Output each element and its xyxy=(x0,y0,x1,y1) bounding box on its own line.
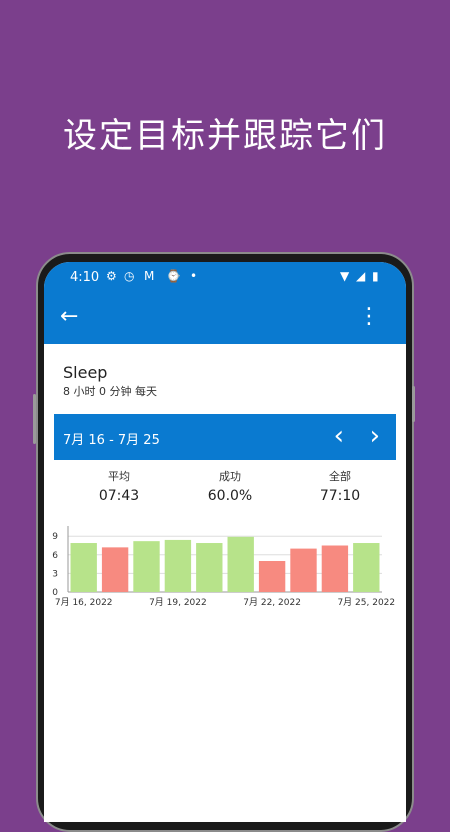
battery-icon: ▮ xyxy=(372,269,379,283)
chart-ytick-label: 0 xyxy=(52,588,58,598)
chart-xtick-label: 7月 22, 2022 xyxy=(243,597,301,608)
chart-bar xyxy=(290,548,317,592)
chart-bar xyxy=(196,543,223,592)
stat-average: 平均 07:43 xyxy=(69,468,169,504)
date-range-bar: 7月 16 - 7月 25 ‹ › xyxy=(54,414,396,460)
back-arrow-icon[interactable]: ← xyxy=(60,304,78,329)
chart-bar xyxy=(70,543,97,592)
chart-bar xyxy=(321,545,349,592)
more-options-icon[interactable]: ⋮ xyxy=(358,304,380,329)
chart-ytick-label: 3 xyxy=(52,569,58,579)
chart-bar xyxy=(353,543,380,592)
status-bar: 4:10 ⚙ ◷ M ⌚ • ▼ ◢ ▮ xyxy=(44,262,406,294)
app-screen: 4:10 ⚙ ◷ M ⌚ • ▼ ◢ ▮ ← ⋮ Sleep 8 小时 0 分钟… xyxy=(44,262,406,822)
signal-icon: ◢ xyxy=(356,269,366,283)
chart-bar xyxy=(101,547,129,592)
phone-side-button-left xyxy=(33,394,36,444)
date-range-label: 7月 16 - 7月 25 xyxy=(63,433,160,448)
chart-xtick-label: 7月 16, 2022 xyxy=(55,597,113,608)
promo-headline: 设定目标并跟踪它们 xyxy=(63,116,387,156)
dot-icon: • xyxy=(190,269,198,283)
stat-success: 成功 60.0% xyxy=(180,468,280,504)
chart-ytick-label: 9 xyxy=(52,532,58,542)
clock-icon: ◷ xyxy=(124,269,135,283)
chart-bar xyxy=(164,539,192,592)
wifi-icon: ▼ xyxy=(340,269,350,283)
stat-total-label: 全部 xyxy=(329,470,351,483)
previous-range-button[interactable]: ‹ xyxy=(334,421,344,451)
chart-bar xyxy=(258,561,286,592)
habit-detail: 8 小时 0 分钟 每天 xyxy=(63,385,157,398)
next-range-button[interactable]: › xyxy=(370,421,380,451)
stat-total-value: 77:10 xyxy=(319,488,361,504)
stat-total: 全部 77:10 xyxy=(290,468,390,504)
stat-success-value: 60.0% xyxy=(207,488,253,504)
status-time: 4:10 xyxy=(70,270,100,285)
chart-bar xyxy=(133,541,160,592)
chart-bar xyxy=(227,536,254,592)
habit-name: Sleep xyxy=(63,363,108,382)
chart-xtick-label: 7月 19, 2022 xyxy=(149,597,207,608)
watch-icon: ⌚ xyxy=(166,269,181,283)
stat-average-value: 07:43 xyxy=(98,488,140,504)
phone-side-button-right xyxy=(412,386,415,422)
stat-average-label: 平均 xyxy=(108,470,130,483)
gear-icon: ⚙ xyxy=(106,269,117,283)
app-bar: ← ⋮ xyxy=(44,294,406,344)
stat-success-label: 成功 xyxy=(219,470,241,483)
sleep-bar-chart: 0 3 6 9 7月 16, 2022 7月 19, 2022 7月 22, 2022 7月 … xyxy=(52,526,395,608)
chart-ytick-label: 6 xyxy=(52,551,58,561)
mail-icon: M xyxy=(144,269,155,283)
chart-xtick-label: 7月 25, 2022 xyxy=(337,597,395,608)
